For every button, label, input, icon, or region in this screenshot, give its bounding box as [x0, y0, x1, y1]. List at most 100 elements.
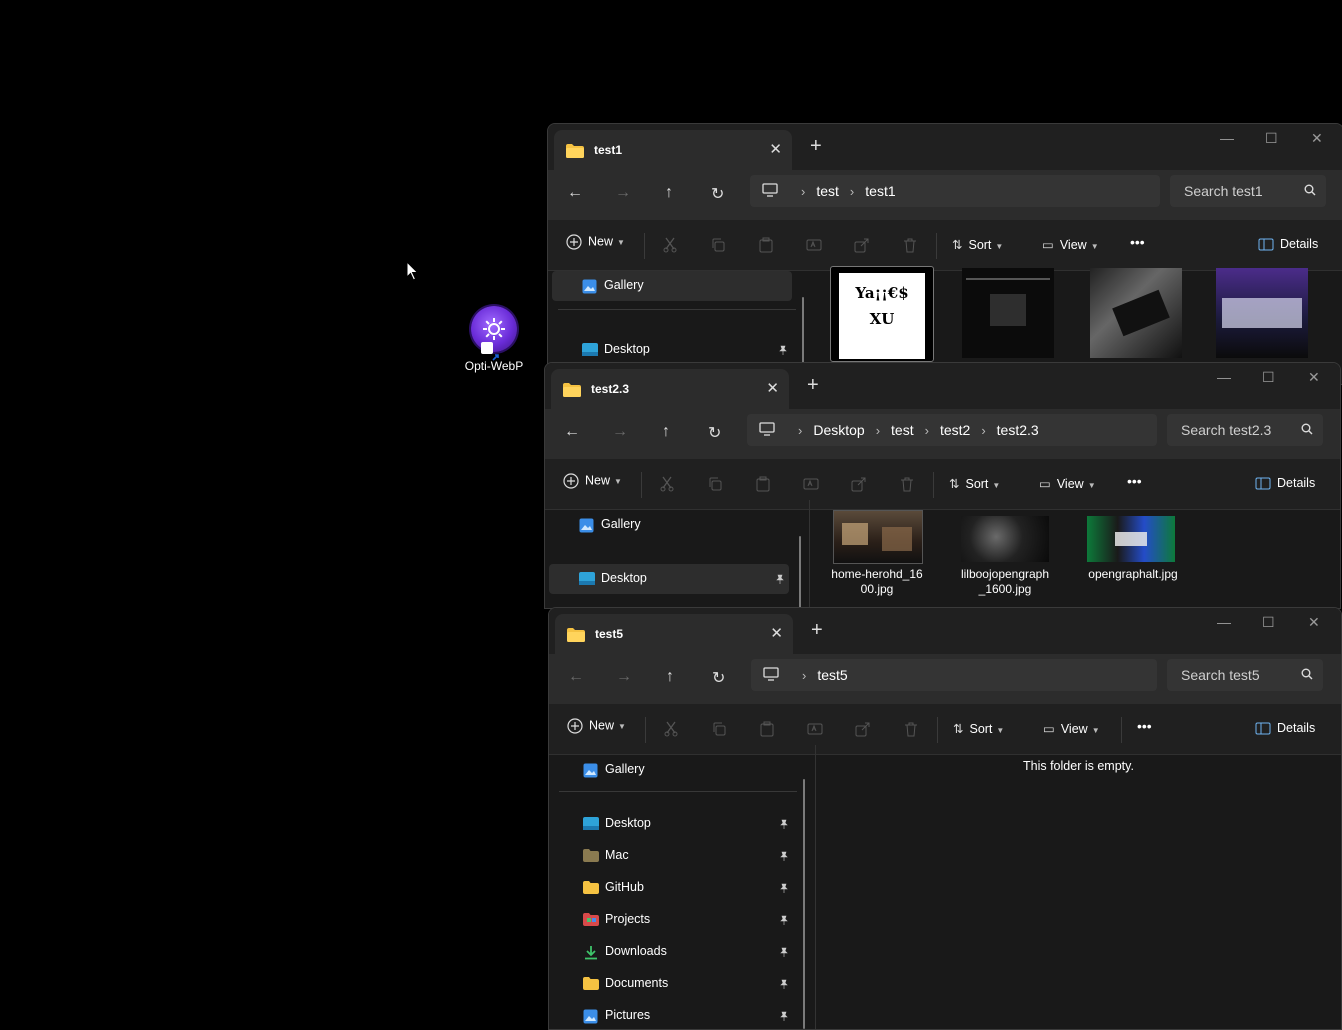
file-name[interactable]: opengraphalt.jpg [1083, 567, 1183, 582]
cut-icon[interactable] [663, 721, 679, 740]
file-thumbnail[interactable] [961, 516, 1049, 562]
details-button[interactable]: Details [1258, 237, 1318, 251]
breadcrumb-item[interactable]: test1 [865, 183, 895, 199]
details-button[interactable]: Details [1255, 721, 1315, 735]
tab-test5[interactable]: test5 ✕ [555, 614, 793, 654]
delete-icon[interactable] [902, 237, 918, 256]
close-tab-icon[interactable]: ✕ [766, 379, 779, 397]
sort-button[interactable]: ⇅ Sort ▼ [949, 476, 1000, 491]
back-icon[interactable]: ← [564, 423, 580, 441]
image-thumbnail[interactable] [1216, 268, 1308, 358]
more-options-icon[interactable]: ••• [1137, 718, 1152, 734]
sort-button[interactable]: ⇅ Sort ▼ [952, 237, 1003, 252]
image-thumbnail[interactable] [962, 268, 1054, 358]
view-button[interactable]: ▭ View ▼ [1039, 476, 1096, 491]
nav-item-gallery[interactable]: Gallery [552, 271, 792, 301]
maximize-icon[interactable]: ☐ [1265, 130, 1278, 147]
share-icon[interactable] [855, 721, 871, 740]
search-input[interactable]: Search test5 [1167, 659, 1323, 691]
refresh-icon[interactable]: ↻ [711, 184, 724, 204]
close-window-icon[interactable]: ✕ [1311, 130, 1323, 147]
address-bar[interactable]: › Desktop › test › test2 › test2.3 [747, 414, 1157, 446]
close-window-icon[interactable]: ✕ [1308, 369, 1320, 386]
forward-icon[interactable]: → [612, 423, 628, 441]
nav-item-desktop[interactable]: Desktop [553, 809, 793, 839]
file-name[interactable]: home-herohd_16 00.jpg [827, 567, 927, 597]
breadcrumb-item[interactable]: test [891, 422, 914, 438]
minimize-icon[interactable]: — [1217, 369, 1231, 385]
forward-icon[interactable]: → [615, 184, 631, 202]
image-thumbnail[interactable] [1090, 268, 1182, 358]
view-button[interactable]: ▭ View ▼ [1042, 237, 1099, 252]
breadcrumb: › test › test1 [801, 183, 896, 199]
copy-icon[interactable] [707, 476, 723, 495]
cut-icon[interactable] [659, 476, 675, 495]
nav-item-github[interactable]: GitHub [553, 873, 793, 903]
breadcrumb-item[interactable]: Desktop [813, 422, 864, 438]
nav-item-mac[interactable]: Mac [553, 841, 793, 871]
paste-icon[interactable] [755, 476, 771, 495]
maximize-icon[interactable]: ☐ [1262, 369, 1275, 386]
breadcrumb-item[interactable]: test [816, 183, 839, 199]
close-window-icon[interactable]: ✕ [1308, 614, 1320, 631]
view-button[interactable]: ▭ View ▼ [1043, 721, 1100, 736]
delete-icon[interactable] [899, 476, 915, 495]
refresh-icon[interactable]: ↻ [708, 423, 721, 443]
image-thumbnail[interactable]: Ya¡¡€$ XU [830, 266, 934, 362]
more-options-icon[interactable]: ••• [1127, 473, 1142, 489]
cut-icon[interactable] [662, 237, 678, 256]
new-tab-icon[interactable]: + [811, 620, 823, 640]
new-button[interactable]: New ▼ [563, 473, 622, 489]
back-icon[interactable]: ← [567, 184, 583, 202]
nav-item-gallery[interactable]: Gallery [553, 755, 793, 785]
nav-item-downloads[interactable]: Downloads [553, 937, 793, 967]
rename-icon[interactable] [807, 721, 823, 740]
rename-icon[interactable] [803, 476, 819, 495]
new-button[interactable]: New ▼ [566, 234, 625, 250]
file-thumbnail[interactable] [833, 510, 923, 564]
address-bar[interactable]: › test5 [751, 659, 1157, 691]
search-input[interactable]: Search test1 [1170, 175, 1326, 207]
breadcrumb-item[interactable]: test2 [940, 422, 970, 438]
copy-icon[interactable] [711, 721, 727, 740]
maximize-icon[interactable]: ☐ [1262, 614, 1275, 631]
tab-test1[interactable]: test1 ✕ [554, 130, 792, 170]
copy-icon[interactable] [710, 237, 726, 256]
close-tab-icon[interactable]: ✕ [770, 624, 783, 642]
share-icon[interactable] [851, 476, 867, 495]
minimize-icon[interactable]: — [1217, 614, 1231, 630]
breadcrumb-item[interactable]: test2.3 [997, 422, 1039, 438]
up-icon[interactable]: ↑ [666, 668, 674, 686]
file-thumbnail[interactable] [1087, 516, 1175, 562]
new-button[interactable]: New ▼ [567, 718, 626, 734]
tab-test2-3[interactable]: test2.3 ✕ [551, 369, 789, 409]
breadcrumb-item[interactable]: test5 [817, 667, 847, 683]
delete-icon[interactable] [903, 721, 919, 740]
paste-icon[interactable] [759, 721, 775, 740]
nav-item-projects[interactable]: Projects [553, 905, 793, 935]
up-icon[interactable]: ↑ [665, 184, 673, 202]
more-options-icon[interactable]: ••• [1130, 234, 1145, 250]
up-icon[interactable]: ↑ [662, 423, 670, 441]
rename-icon[interactable] [806, 237, 822, 256]
sort-button[interactable]: ⇅ Sort ▼ [953, 721, 1004, 736]
nav-item-desktop[interactable]: Desktop [552, 335, 792, 365]
refresh-icon[interactable]: ↻ [712, 668, 725, 688]
forward-icon[interactable]: → [616, 668, 632, 686]
minimize-icon[interactable]: — [1220, 130, 1234, 146]
back-icon[interactable]: ← [568, 668, 584, 686]
opti-webp-shortcut[interactable]: Opti-WebP [458, 306, 530, 373]
close-tab-icon[interactable]: ✕ [769, 140, 782, 158]
file-name[interactable]: lilboojopengraph _1600.jpg [955, 567, 1055, 597]
nav-item-desktop[interactable]: Desktop [549, 564, 789, 594]
nav-item-documents[interactable]: Documents [553, 969, 793, 999]
new-tab-icon[interactable]: + [807, 375, 819, 395]
nav-item-gallery[interactable]: Gallery [549, 510, 789, 540]
share-icon[interactable] [854, 237, 870, 256]
nav-item-pictures[interactable]: Pictures [553, 1001, 793, 1029]
new-tab-icon[interactable]: + [810, 136, 822, 156]
address-bar[interactable]: › test › test1 [750, 175, 1160, 207]
paste-icon[interactable] [758, 237, 774, 256]
search-input[interactable]: Search test2.3 [1167, 414, 1323, 446]
details-button[interactable]: Details [1255, 476, 1315, 490]
